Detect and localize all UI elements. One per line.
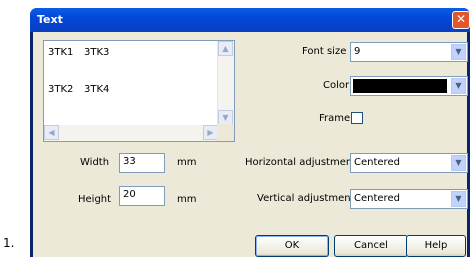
text-listbox[interactable]: 3TK1 3TK3 3TK2 3TK4 ▲ ▼ ◀ ▶ [43, 40, 235, 142]
dropdown-button[interactable]: ▼ [451, 78, 466, 94]
width-label: Width [80, 157, 110, 168]
dialog-title: Text [37, 13, 63, 26]
frame-label: Frame [319, 113, 351, 124]
help-button[interactable]: Help [406, 235, 466, 257]
vertical-adjustment-label: Vertical adjustment [257, 193, 355, 204]
dropdown-button[interactable]: ▼ [451, 44, 466, 60]
dropdown-button[interactable]: ▼ [451, 155, 466, 171]
vertical-adjustment-select[interactable]: Centered ▼ [350, 189, 468, 209]
color-label: Color [323, 80, 350, 91]
chevron-left-icon: ◀ [48, 128, 55, 137]
ok-button[interactable]: OK [255, 235, 329, 257]
chevron-down-icon: ▼ [455, 47, 462, 56]
list-cell: 3TK3 [84, 47, 110, 58]
dropdown-button[interactable]: ▼ [451, 191, 466, 207]
height-unit: mm [177, 194, 197, 205]
font-size-value: 9 [354, 46, 361, 57]
width-unit: mm [177, 157, 197, 168]
dialog-body: 3TK1 3TK3 3TK2 3TK4 ▲ ▼ ◀ ▶ Width 33 mm … [33, 32, 468, 257]
width-input[interactable]: 33 [119, 153, 165, 173]
height-label: Height [78, 194, 112, 205]
list-cell: 3TK2 [48, 84, 74, 95]
height-input[interactable]: 20 [119, 186, 165, 206]
font-size-label: Font size [302, 46, 347, 57]
horizontal-adjustment-value: Centered [354, 157, 400, 168]
scroll-down-button[interactable]: ▼ [218, 110, 233, 125]
chevron-right-icon: ▶ [207, 128, 214, 137]
chevron-up-icon: ▲ [222, 44, 229, 53]
close-icon: ✕ [455, 12, 467, 26]
vertical-scrollbar[interactable]: ▲ ▼ [217, 41, 234, 125]
font-size-select[interactable]: 9 ▼ [350, 42, 468, 62]
chevron-down-icon: ▼ [455, 158, 462, 167]
chevron-down-icon: ▼ [455, 194, 462, 203]
scroll-up-button[interactable]: ▲ [218, 41, 233, 56]
list-number: 1. [3, 236, 15, 250]
close-button[interactable]: ✕ [452, 11, 470, 29]
chevron-down-icon: ▼ [222, 113, 229, 122]
list-cell: 3TK1 [48, 47, 74, 58]
scroll-left-button[interactable]: ◀ [44, 125, 59, 140]
horizontal-scrollbar[interactable]: ◀ ▶ [44, 125, 218, 141]
title-bar[interactable]: Text ✕ [30, 8, 470, 32]
list-cell: 3TK4 [84, 84, 110, 95]
color-select[interactable]: ▼ [350, 76, 468, 96]
color-swatch [353, 79, 447, 93]
vertical-adjustment-value: Centered [354, 193, 400, 204]
horizontal-adjustment-label: Horizontal adjustment [245, 157, 357, 168]
scrollbar-corner [217, 124, 234, 141]
cancel-button[interactable]: Cancel [334, 235, 408, 257]
chevron-down-icon: ▼ [455, 81, 462, 90]
horizontal-adjustment-select[interactable]: Centered ▼ [350, 153, 468, 173]
text-dialog: Text ✕ 3TK1 3TK3 3TK2 3TK4 ▲ ▼ ◀ ▶ Width… [30, 8, 470, 257]
scroll-right-button[interactable]: ▶ [203, 125, 218, 140]
frame-checkbox[interactable] [351, 112, 363, 124]
